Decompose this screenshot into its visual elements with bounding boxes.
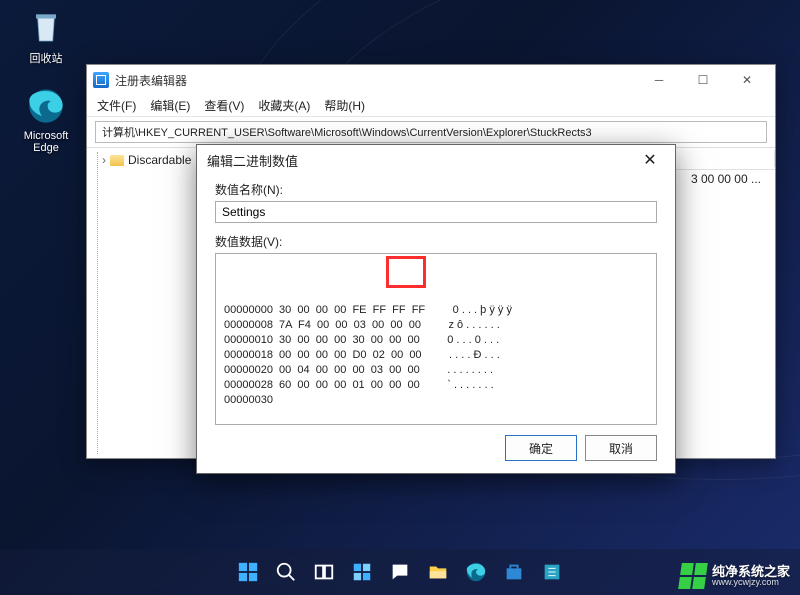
folder-icon (110, 155, 124, 166)
watermark-url: www.ycwjzy.com (712, 578, 790, 587)
menu-help[interactable]: 帮助(H) (324, 97, 365, 114)
value-name-field[interactable] (215, 201, 657, 223)
menu-edit[interactable]: 编辑(E) (150, 97, 190, 114)
hex-editor[interactable]: 00000000 30 00 00 00 FE FF FF FF 0 . . .… (215, 253, 657, 425)
widgets-icon[interactable] (346, 556, 378, 588)
hex-row[interactable]: 00000028 60 00 00 00 01 00 00 00 ` . . .… (224, 378, 648, 393)
edge-taskbar-icon[interactable] (460, 556, 492, 588)
task-view-icon[interactable] (308, 556, 340, 588)
regedit-icon (93, 72, 109, 88)
regedit-taskbar-icon[interactable] (536, 556, 568, 588)
search-icon[interactable] (270, 556, 302, 588)
hex-row[interactable]: 00000030 (224, 393, 648, 408)
watermark: 纯净系统之家 www.ycwjzy.com (680, 563, 790, 589)
value-data-label: 数值数据(V): (215, 233, 657, 250)
chat-icon[interactable] (384, 556, 416, 588)
file-explorer-icon[interactable] (422, 556, 454, 588)
value-name-label: 数值名称(N): (215, 181, 657, 198)
maximize-button[interactable]: ☐ (681, 65, 725, 95)
tree-item-discardable[interactable]: Discardable (128, 153, 191, 167)
menu-bar: 文件(F) 编辑(E) 查看(V) 收藏夹(A) 帮助(H) (87, 95, 775, 117)
cancel-button[interactable]: 取消 (585, 435, 657, 461)
hex-row[interactable]: 00000010 30 00 00 00 30 00 00 00 0 . . .… (224, 333, 648, 348)
minimize-button[interactable]: ─ (637, 65, 681, 95)
edge-browser-icon[interactable]: Microsoft Edge (14, 86, 78, 154)
hex-row[interactable]: 00000008 7A F4 00 00 03 00 00 00 z ô . .… (224, 318, 648, 333)
start-button[interactable] (232, 556, 264, 588)
ok-button[interactable]: 确定 (505, 435, 577, 461)
dialog-title: 编辑二进制数值 (207, 151, 298, 170)
window-title: 注册表编辑器 (115, 72, 187, 89)
recycle-bin-icon[interactable]: 回收站 (14, 6, 78, 66)
hex-row[interactable]: 00000020 00 04 00 00 00 03 00 00 . . . .… (224, 363, 648, 378)
dialog-close-button[interactable]: ✕ (635, 145, 665, 175)
recycle-bin-label: 回收站 (30, 50, 63, 66)
titlebar[interactable]: 注册表编辑器 ─ ☐ ✕ (87, 65, 775, 95)
store-icon[interactable] (498, 556, 530, 588)
close-button[interactable]: ✕ (725, 65, 769, 95)
address-bar[interactable]: 计算机\HKEY_CURRENT_USER\Software\Microsoft… (95, 121, 767, 143)
address-text: 计算机\HKEY_CURRENT_USER\Software\Microsoft… (102, 124, 592, 140)
desktop-icons: 回收站 Microsoft Edge (14, 6, 78, 154)
edge-label: Microsoft Edge (14, 130, 78, 154)
hex-row[interactable]: 00000000 30 00 00 00 FE FF FF FF 0 . . .… (224, 303, 648, 318)
menu-favorites[interactable]: 收藏夹(A) (258, 97, 310, 114)
hex-row[interactable]: 00000018 00 00 00 00 D0 02 00 00 . . . .… (224, 348, 648, 363)
menu-file[interactable]: 文件(F) (97, 97, 136, 114)
edit-binary-dialog: 编辑二进制数值 ✕ 数值名称(N): 数值数据(V): 00000000 30 … (196, 144, 676, 474)
dialog-titlebar[interactable]: 编辑二进制数值 ✕ (197, 145, 675, 175)
highlight-box (386, 256, 426, 288)
watermark-logo-icon (678, 563, 708, 589)
menu-view[interactable]: 查看(V) (204, 97, 244, 114)
